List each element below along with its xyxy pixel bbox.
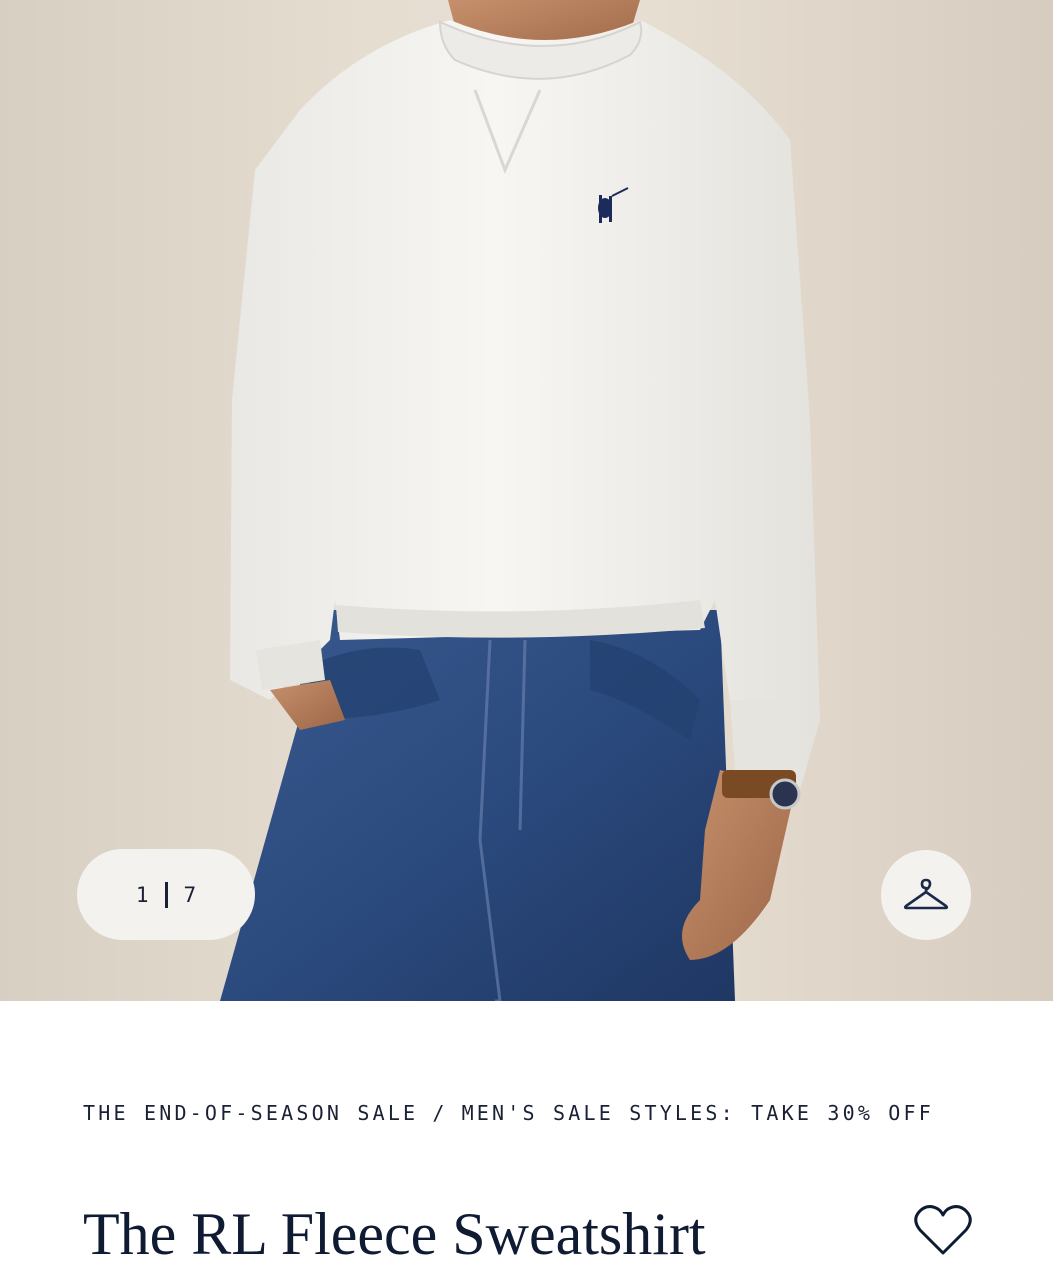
product-image[interactable]: 1 7 [0,0,1053,1001]
image-counter: 1 7 [77,849,255,940]
favorite-button[interactable] [912,1200,974,1260]
current-image-index: 1 [135,882,149,907]
hanger-icon [903,878,949,910]
total-images: 7 [183,882,197,907]
counter-divider [164,881,168,908]
breadcrumb-item-mens-sale[interactable]: MEN'S SALE STYLES: TAKE 30% OFF [462,1101,934,1125]
size-guide-button[interactable] [881,850,971,940]
product-title: The RL Fleece Sweatshirt [83,1201,706,1267]
breadcrumb: THE END-OF-SEASON SALE / MEN'S SALE STYLES… [83,1094,953,1133]
breadcrumb-item-sale[interactable]: THE END-OF-SEASON SALE [83,1101,418,1125]
breadcrumb-separator: / [432,1101,448,1125]
heart-outline-icon [914,1205,972,1255]
